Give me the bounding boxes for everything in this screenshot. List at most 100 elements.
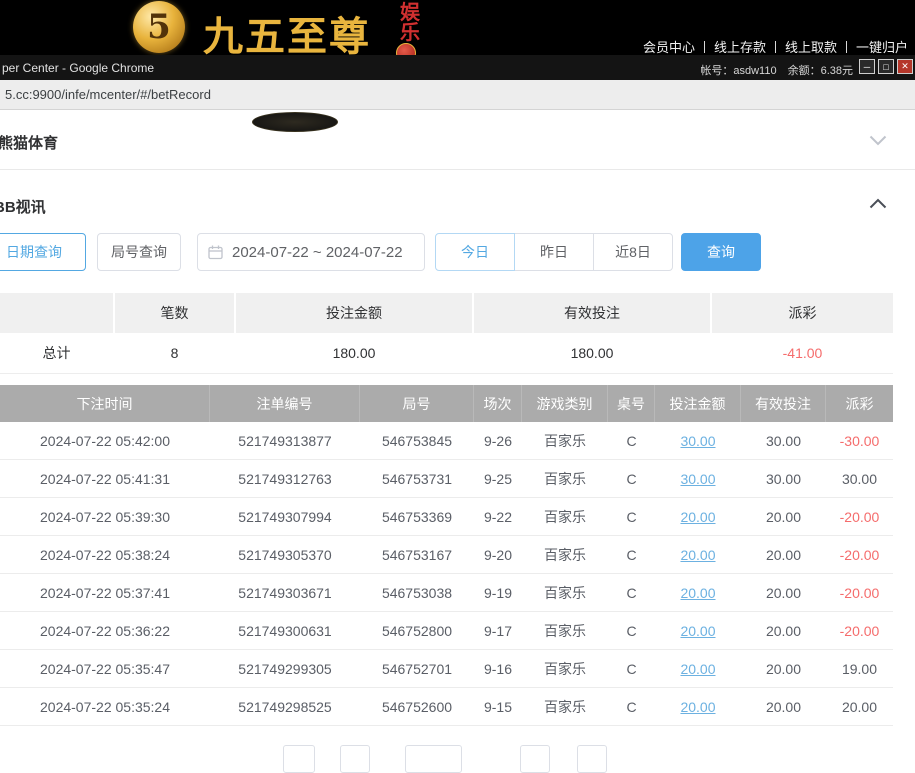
yesterday-button[interactable]: 昨日 xyxy=(514,233,594,271)
table-cell: 2024-07-22 05:38:24 xyxy=(0,536,210,573)
nav-link[interactable]: 会员中心 xyxy=(642,37,696,56)
column-header: 下注时间 xyxy=(0,385,210,422)
maximize-button[interactable]: □ xyxy=(878,59,894,74)
brand-title: 九五至尊 xyxy=(203,4,371,62)
table-cell: 20.00 xyxy=(741,612,826,649)
table-cell: 521749313877 xyxy=(210,422,360,459)
pagination-item[interactable] xyxy=(577,745,607,773)
table-cell: 百家乐 xyxy=(522,574,608,611)
minimize-button[interactable]: ─ xyxy=(859,59,875,74)
summary-value: 180.00 xyxy=(474,333,712,373)
table-cell: 2024-07-22 05:35:24 xyxy=(0,688,210,725)
bet-amount-link[interactable]: 30.00 xyxy=(655,422,741,459)
nav-link[interactable]: 线上存款 xyxy=(713,37,767,56)
table-cell: 2024-07-22 05:35:47 xyxy=(0,650,210,687)
summary-header-cell: 投注金额 xyxy=(236,293,474,333)
bet-amount-link[interactable]: 20.00 xyxy=(655,498,741,535)
nav-link[interactable]: 线上取款 xyxy=(784,37,838,56)
summary-table: 笔数投注金额有效投注派彩 总计8180.00180.00-41.00 xyxy=(0,293,893,374)
date-range-input[interactable]: 2024-07-22 ~ 2024-07-22 xyxy=(197,233,425,271)
table-cell: -20.00 xyxy=(826,612,893,649)
table-cell: 百家乐 xyxy=(522,498,608,535)
window-title: per Center - Google Chrome xyxy=(2,61,154,75)
table-cell: -30.00 xyxy=(826,422,893,459)
table-cell: 百家乐 xyxy=(522,422,608,459)
address-bar[interactable]: 5.cc:9900/infe/mcenter/#/betRecord xyxy=(0,80,915,110)
table-cell: 546753038 xyxy=(360,574,474,611)
summary-value: 8 xyxy=(115,333,236,373)
window-controls: ─ □ ✕ xyxy=(859,59,913,74)
summary-header-cell: 派彩 xyxy=(712,293,893,333)
table-cell: 2024-07-22 05:39:30 xyxy=(0,498,210,535)
table-cell: 521749299305 xyxy=(210,650,360,687)
column-header: 桌号 xyxy=(608,385,655,422)
table-cell: 2024-07-22 05:37:41 xyxy=(0,574,210,611)
bet-amount-link[interactable]: 30.00 xyxy=(655,460,741,497)
table-cell: 20.00 xyxy=(741,650,826,687)
nav-separator xyxy=(704,41,705,53)
table-cell: 546753167 xyxy=(360,536,474,573)
pagination-item[interactable] xyxy=(520,745,550,773)
close-button[interactable]: ✕ xyxy=(897,59,913,74)
chevron-down-icon[interactable] xyxy=(869,135,887,146)
summary-body-row: 总计8180.00180.00-41.00 xyxy=(0,333,893,374)
pagination-item[interactable] xyxy=(340,745,370,773)
table-row: 2024-07-22 05:42:00521749313877546753845… xyxy=(0,422,893,460)
table-row: 2024-07-22 05:41:31521749312763546753731… xyxy=(0,460,893,498)
summary-corner-cell xyxy=(0,293,115,333)
section-bb-video[interactable]: BB视讯 xyxy=(0,170,915,228)
table-cell: 9-15 xyxy=(474,688,522,725)
section-title-panda: 熊猫体育 xyxy=(0,132,58,153)
pagination-item[interactable] xyxy=(283,745,315,773)
table-cell: C xyxy=(608,612,655,649)
bet-amount-link[interactable]: 20.00 xyxy=(655,612,741,649)
coin-number: 5 xyxy=(147,7,171,47)
table-cell: 20.00 xyxy=(741,498,826,535)
table-cell: -20.00 xyxy=(826,498,893,535)
table-cell: 19.00 xyxy=(826,650,893,687)
table-cell: 546752701 xyxy=(360,650,474,687)
table-cell: 百家乐 xyxy=(522,688,608,725)
table-cell: 20.00 xyxy=(826,688,893,725)
site-nav: 会员中心线上存款线上取款一键归户 xyxy=(642,37,909,56)
table-cell: C xyxy=(608,536,655,573)
chevron-up-icon[interactable] xyxy=(869,198,887,209)
bet-amount-link[interactable]: 20.00 xyxy=(655,574,741,611)
bet-amount-link[interactable]: 20.00 xyxy=(655,650,741,687)
bet-table-body: 2024-07-22 05:42:00521749313877546753845… xyxy=(0,422,893,726)
last-8-days-button[interactable]: 近8日 xyxy=(593,233,673,271)
bet-table-header: 下注时间注单编号局号场次游戏类别桌号投注金额有效投注派彩 xyxy=(0,385,893,422)
date-query-tab[interactable]: 日期查询 xyxy=(0,233,86,271)
summary-value: -41.00 xyxy=(712,333,893,373)
pagination-item[interactable] xyxy=(405,745,462,773)
table-row: 2024-07-22 05:38:24521749305370546753167… xyxy=(0,536,893,574)
calendar-icon xyxy=(208,245,223,260)
summary-header-cell: 笔数 xyxy=(115,293,236,333)
table-cell: 9-19 xyxy=(474,574,522,611)
column-header: 投注金额 xyxy=(655,385,741,422)
table-cell: 9-16 xyxy=(474,650,522,687)
bet-amount-link[interactable]: 20.00 xyxy=(655,688,741,725)
table-cell: 百家乐 xyxy=(522,460,608,497)
today-button[interactable]: 今日 xyxy=(435,233,515,271)
column-header: 有效投注 xyxy=(741,385,826,422)
window-title-bar: per Center - Google Chrome 帐号：asdw110 余额… xyxy=(0,55,915,80)
filter-toolbar: 日期查询 局号查询 2024-07-22 ~ 2024-07-22 今日 昨日 … xyxy=(0,233,915,271)
search-button[interactable]: 查询 xyxy=(681,233,761,271)
round-query-tab[interactable]: 局号查询 xyxy=(97,233,181,271)
table-cell: C xyxy=(608,574,655,611)
table-cell: 521749312763 xyxy=(210,460,360,497)
table-cell: 30.00 xyxy=(741,460,826,497)
column-header: 派彩 xyxy=(826,385,893,422)
section-panda-sports[interactable]: 熊猫体育 xyxy=(0,110,915,170)
nav-link[interactable]: 一键归户 xyxy=(855,37,909,56)
column-header: 场次 xyxy=(474,385,522,422)
table-cell: 百家乐 xyxy=(522,612,608,649)
url-text: 5.cc:9900/infe/mcenter/#/betRecord xyxy=(5,87,211,102)
summary-row-label: 总计 xyxy=(0,333,115,373)
column-header: 游戏类别 xyxy=(522,385,608,422)
table-cell: 20.00 xyxy=(741,574,826,611)
bet-amount-link[interactable]: 20.00 xyxy=(655,536,741,573)
table-cell: 百家乐 xyxy=(522,650,608,687)
table-cell: C xyxy=(608,422,655,459)
